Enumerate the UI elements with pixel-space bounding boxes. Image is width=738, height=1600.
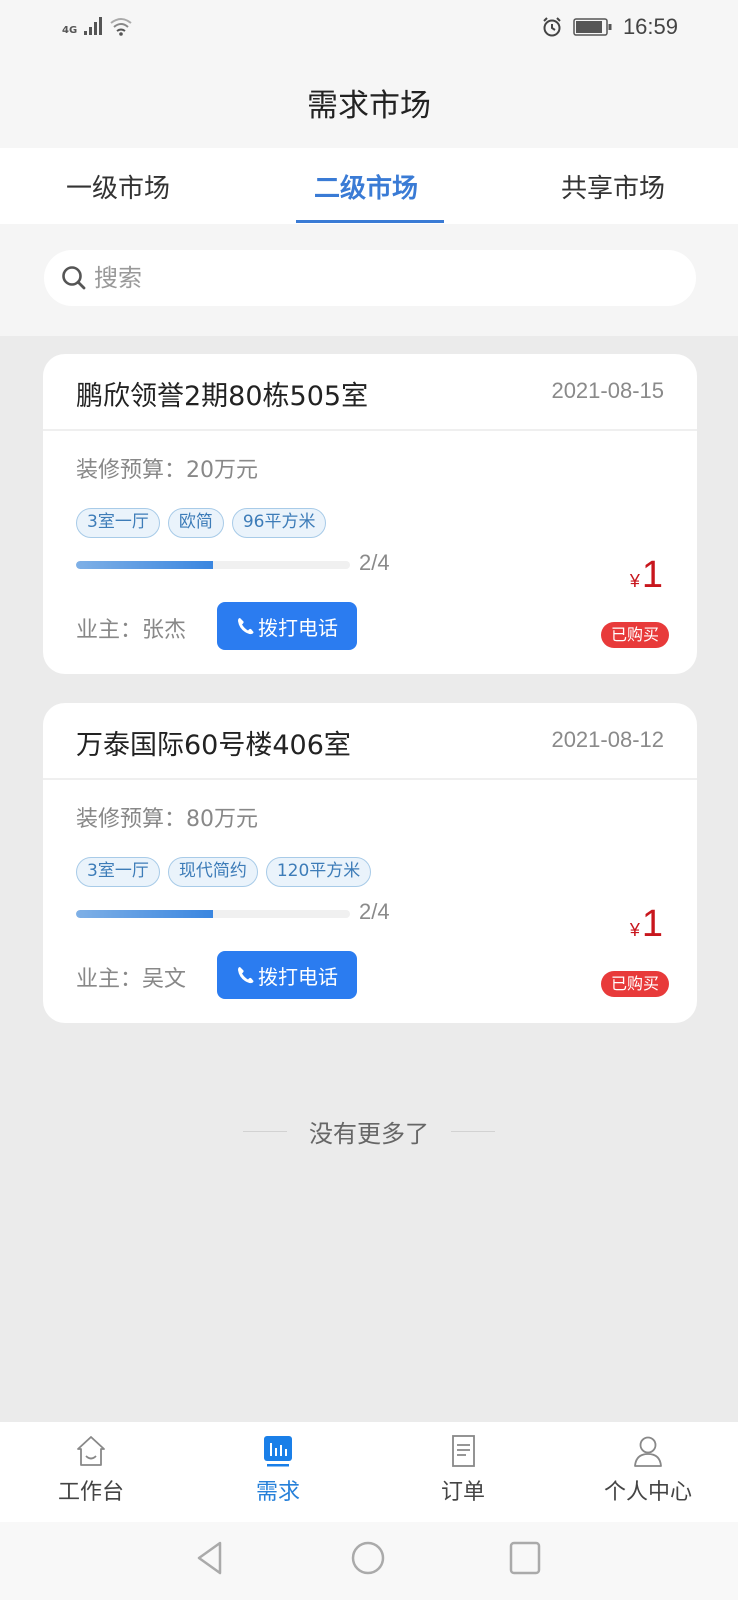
status-right: 16:59: [541, 14, 678, 40]
home-icon: [77, 1436, 105, 1466]
card-date: 2021-08-12: [551, 727, 664, 752]
battery-icon: [573, 18, 612, 36]
card-header: 鹏欣领誉2期80栋505室 2021-08-15: [43, 354, 697, 431]
demand-card[interactable]: 万泰国际60号楼406室 2021-08-12 装修预算：80万元 3室一厅 现…: [43, 703, 697, 1023]
network-type: 4G: [62, 25, 78, 36]
search-input[interactable]: [94, 264, 654, 292]
progress-bar: [76, 561, 350, 569]
clock: 16:59: [622, 14, 678, 39]
call-button[interactable]: 拨打电话: [217, 951, 357, 999]
home-circle-icon[interactable]: [350, 1540, 386, 1576]
divider-right: [451, 1131, 495, 1132]
price-value: 1: [641, 554, 663, 596]
back-icon[interactable]: [194, 1540, 226, 1576]
progress-label: 2/4: [359, 550, 390, 575]
purchased-badge: 已购买: [600, 971, 669, 997]
active-tab-indicator: [296, 220, 444, 223]
price-value: 1: [641, 903, 663, 945]
nav-label: 工作台: [57, 1480, 124, 1505]
tag-style: 现代简约: [167, 857, 258, 887]
nav-profile[interactable]: 个人中心: [573, 1434, 723, 1506]
progress-fill: [76, 561, 213, 569]
signal-icon: [84, 17, 103, 35]
card-tags: 3室一厅 现代简约 120平方米: [76, 857, 372, 887]
status-bar: 4G 16:59: [0, 0, 738, 58]
currency-symbol: ¥: [629, 571, 640, 591]
page-title: 需求市场: [307, 88, 431, 124]
divider-left: [243, 1131, 287, 1132]
search-box[interactable]: [44, 250, 696, 306]
card-owner: 业主：张杰: [76, 618, 187, 643]
nav-label: 订单: [440, 1480, 485, 1505]
list-end: 没有更多了: [0, 1114, 738, 1149]
currency-symbol: ¥: [629, 920, 640, 940]
card-price: ¥ 1: [630, 554, 663, 597]
nav-demand[interactable]: 需求: [203, 1434, 353, 1506]
progress-bar: [76, 910, 350, 918]
list-end-text: 没有更多了: [309, 1120, 429, 1148]
card-tags: 3室一厅 欧简 96平方米: [76, 508, 327, 538]
document-icon: [452, 1435, 475, 1467]
nav-workbench[interactable]: 工作台: [16, 1434, 166, 1506]
card-budget: 装修预算：80万元: [76, 807, 258, 832]
status-left: 4G: [62, 16, 133, 36]
wifi-icon: [110, 18, 132, 36]
tag-style: 欧简: [167, 508, 224, 538]
phone-icon: [238, 967, 254, 984]
alarm-icon: [543, 17, 561, 37]
chart-bars-icon: [264, 1436, 292, 1467]
call-button[interactable]: 拨打电话: [217, 602, 357, 650]
tag-area: 96平方米: [231, 508, 327, 538]
recents-icon[interactable]: [508, 1540, 542, 1576]
call-button-label: 拨打电话: [258, 964, 338, 989]
system-nav-bar: [0, 1522, 738, 1600]
tab-shared-market[interactable]: 共享市场: [561, 168, 665, 205]
progress-label: 2/4: [359, 899, 390, 924]
user-icon: [634, 1436, 662, 1467]
purchased-badge: 已购买: [600, 622, 669, 648]
market-tabs: 一级市场 二级市场 共享市场: [0, 148, 738, 224]
progress-fill: [76, 910, 213, 918]
demand-card[interactable]: 鹏欣领誉2期80栋505室 2021-08-15 装修预算：20万元 3室一厅 …: [43, 354, 697, 674]
search-area: [0, 224, 738, 336]
search-icon: [62, 266, 86, 290]
card-owner: 业主：吴文: [76, 967, 187, 992]
bottom-nav: 工作台 需求 订单 个人中心: [0, 1422, 738, 1522]
card-date: 2021-08-15: [551, 378, 664, 403]
tag-area: 120平方米: [265, 857, 372, 887]
title-bar: 需求市场: [0, 58, 738, 148]
nav-label: 个人中心: [603, 1480, 692, 1505]
nav-orders[interactable]: 订单: [388, 1434, 538, 1506]
phone-icon: [238, 618, 254, 635]
card-title: 鹏欣领誉2期80栋505室: [76, 381, 369, 412]
card-price: ¥ 1: [630, 903, 663, 946]
nav-label: 需求: [255, 1480, 300, 1505]
tab-primary-market[interactable]: 一级市场: [66, 168, 170, 205]
tag-layout: 3室一厅: [76, 857, 160, 887]
tab-secondary-market[interactable]: 二级市场: [314, 168, 418, 205]
call-button-label: 拨打电话: [258, 615, 338, 640]
tag-layout: 3室一厅: [76, 508, 160, 538]
card-budget: 装修预算：20万元: [76, 458, 258, 483]
card-header: 万泰国际60号楼406室 2021-08-12: [43, 703, 697, 780]
card-title: 万泰国际60号楼406室: [76, 730, 351, 761]
